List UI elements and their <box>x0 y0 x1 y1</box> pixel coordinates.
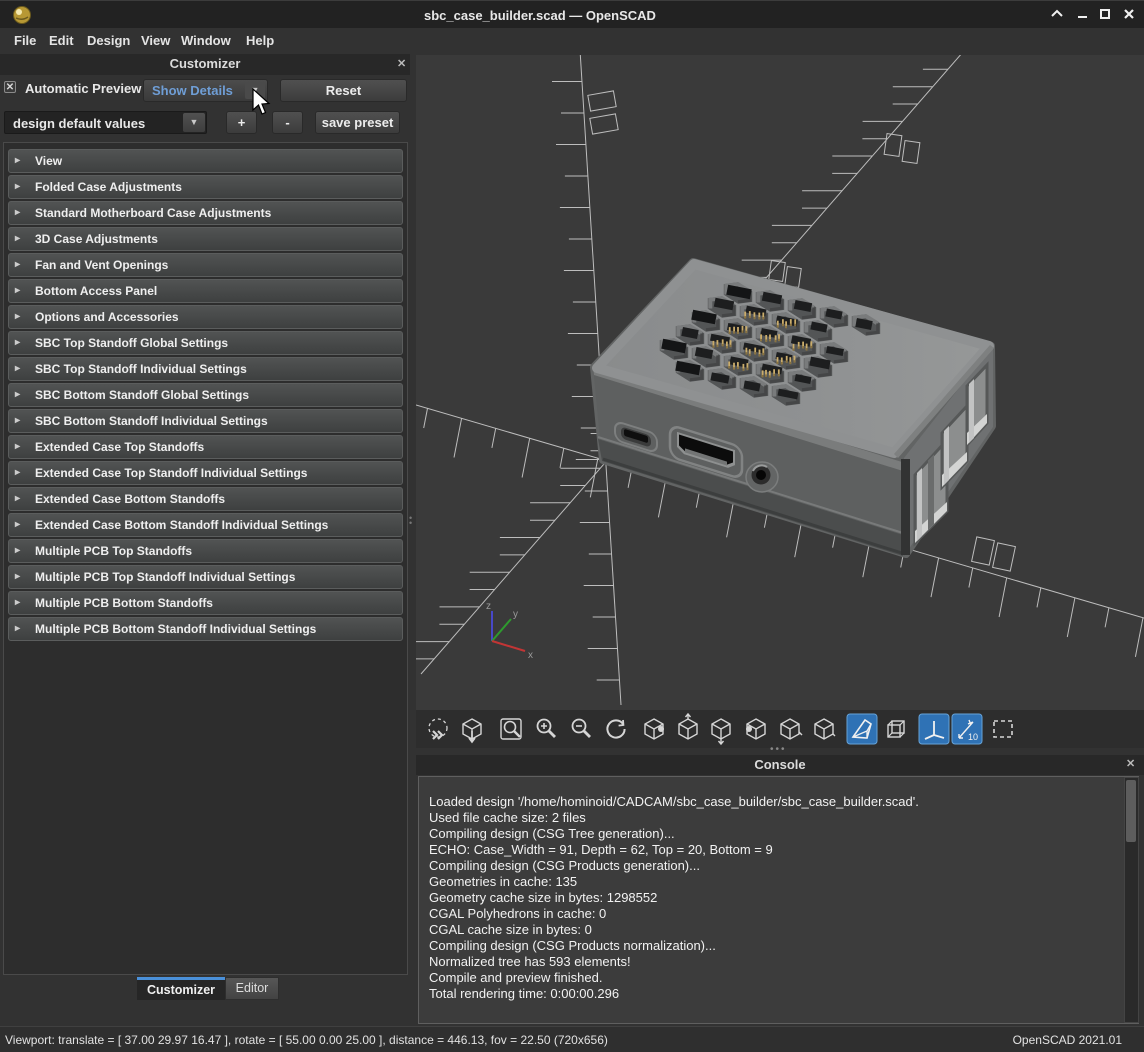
svg-text:10: 10 <box>968 732 978 742</box>
svg-text:x: x <box>528 650 533 661</box>
svg-text:z: z <box>486 601 491 612</box>
svg-text:y: y <box>513 609 518 620</box>
